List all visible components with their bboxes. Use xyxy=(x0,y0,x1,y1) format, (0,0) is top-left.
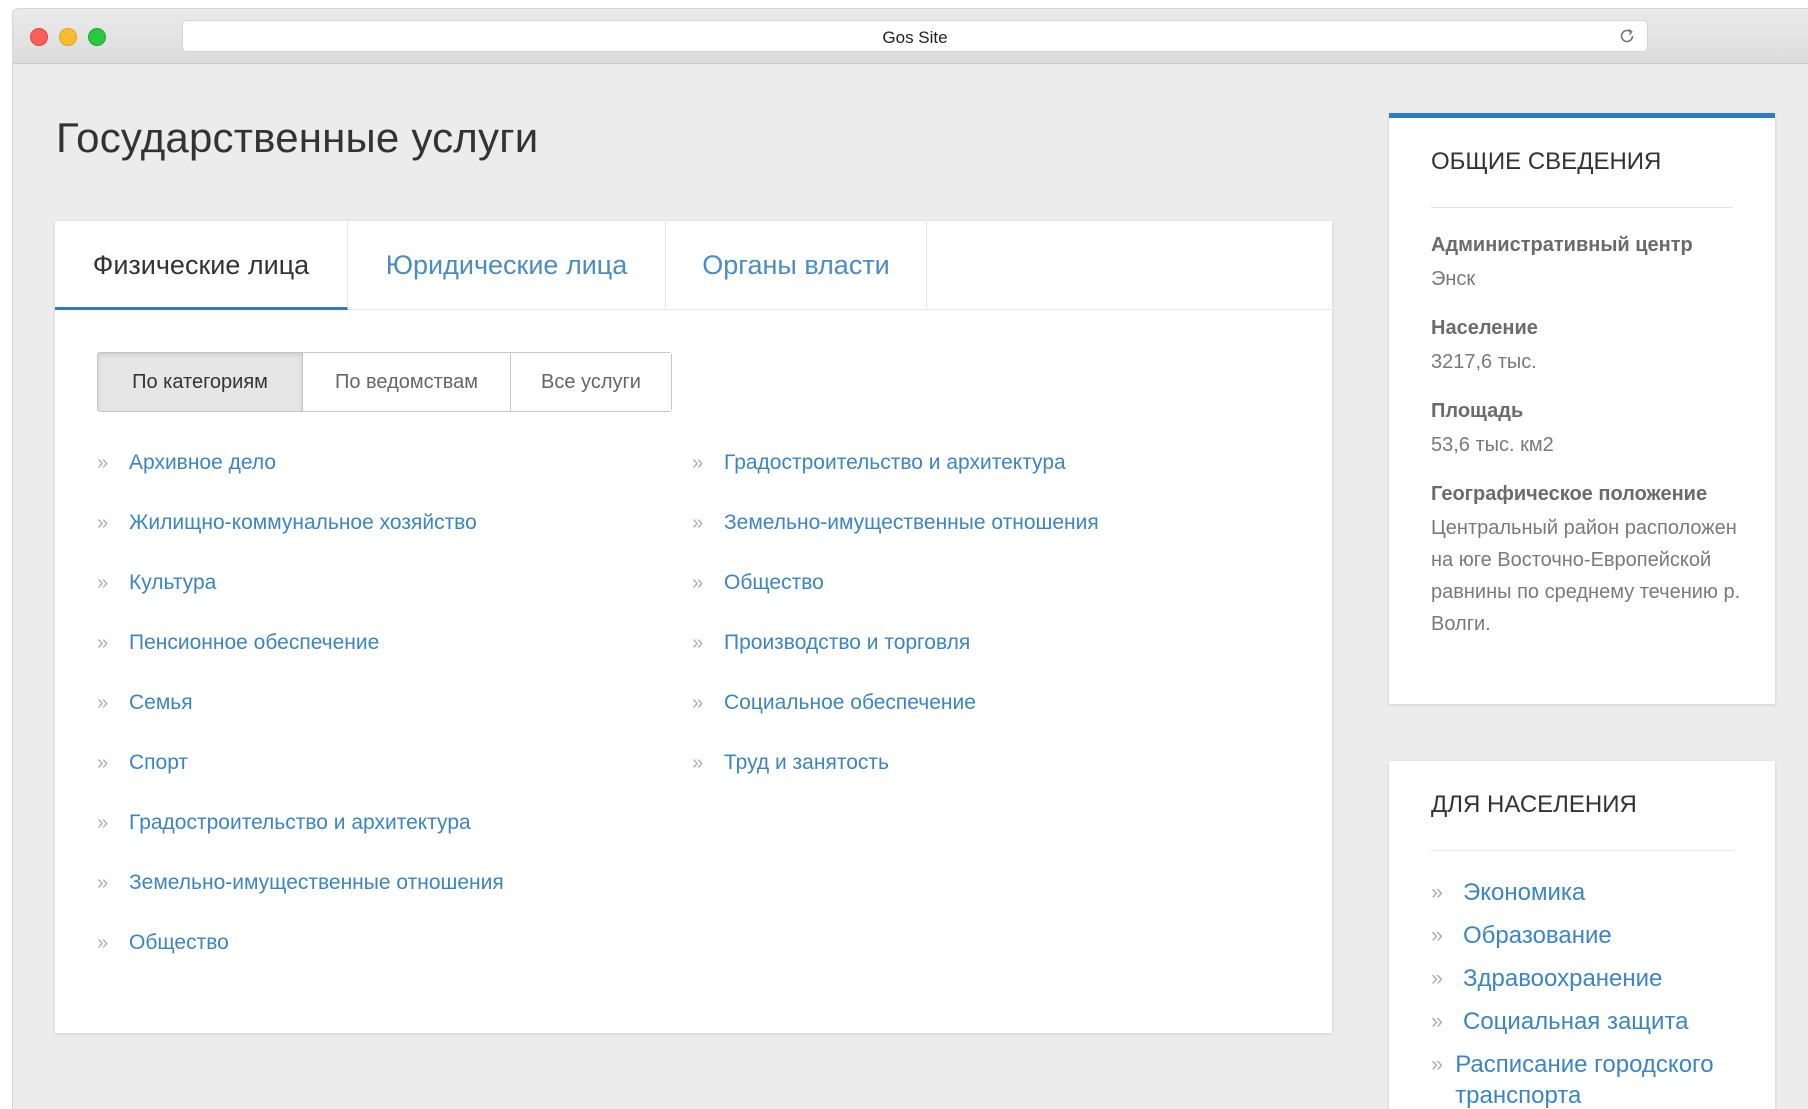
double-chevron-right-icon: ›› xyxy=(97,932,108,954)
population-links: ›› Экономика ›› Образование ›› Здравоохране… xyxy=(1431,877,1751,1109)
zoom-window-button[interactable] xyxy=(88,28,106,46)
population-link[interactable]: ›› Образование xyxy=(1431,920,1751,951)
double-chevron-right-icon: ›› xyxy=(692,752,703,774)
info-label: Площадь xyxy=(1431,400,1524,422)
category-label: Земельно-имущественные отношения xyxy=(129,871,504,894)
info-population: Население 3217,6 тыс. xyxy=(1431,317,1741,378)
double-chevron-right-icon: ›› xyxy=(97,572,108,594)
population-link-label: Образование xyxy=(1463,922,1612,949)
audience-tabs: Физические лица Юридические лица Органы … xyxy=(55,221,1332,310)
category-link[interactable]: ›› Земельно-имущественные отношения xyxy=(97,871,504,931)
info-label: Население xyxy=(1431,317,1538,339)
category-label: Жилищно-коммунальное хозяйство xyxy=(129,511,477,534)
category-link[interactable]: ›› Общество xyxy=(97,931,504,991)
category-label: Градостроительство и архитектура xyxy=(724,451,1066,474)
population-card: ДЛЯ НАСЕЛЕНИЯ ›› Экономика ›› Образование … xyxy=(1389,761,1775,1109)
double-chevron-right-icon: ›› xyxy=(97,812,108,834)
double-chevron-right-icon: ›› xyxy=(1431,881,1443,904)
info-value: Центральный район расположен на юге Вост… xyxy=(1431,517,1741,635)
category-label: Семья xyxy=(129,691,193,714)
category-link[interactable]: ›› Труд и занятость xyxy=(692,751,1099,811)
population-link-label: Расписание городского транспорта xyxy=(1455,1051,1714,1109)
category-label: Общество xyxy=(724,571,824,594)
info-geography: Географическое положение Центральный рай… xyxy=(1431,483,1741,640)
info-area: Площадь 53,6 тыс. км2 xyxy=(1431,400,1741,461)
population-link[interactable]: ›› Экономика xyxy=(1431,877,1751,908)
category-link[interactable]: ›› Семья xyxy=(97,691,504,751)
double-chevron-right-icon: ›› xyxy=(97,632,108,654)
category-label: Пенсионное обеспечение xyxy=(129,631,380,654)
population-link[interactable]: ›› Социальная защита xyxy=(1431,1006,1751,1037)
population-link[interactable]: ›› Расписание городского транспорта xyxy=(1431,1049,1751,1109)
double-chevron-right-icon: ›› xyxy=(97,452,108,474)
category-label: Производство и торговля xyxy=(724,631,971,654)
category-link[interactable]: ›› Градостроительство и архитектура xyxy=(97,811,504,871)
info-label: Географическое положение xyxy=(1431,483,1708,505)
category-label: Градостроительство и архитектура xyxy=(129,811,471,834)
tab-legal-entities[interactable]: Юридические лица xyxy=(348,221,666,309)
double-chevron-right-icon: ›› xyxy=(1431,1010,1443,1033)
filter-by-category-button[interactable]: По категориям xyxy=(98,353,303,411)
category-label: Труд и занятость xyxy=(724,751,889,774)
double-chevron-right-icon: ›› xyxy=(692,512,703,534)
page-title: Государственные услуги xyxy=(56,114,539,161)
address-bar-title: Gos Site xyxy=(882,28,948,47)
info-value: 3217,6 тыс. xyxy=(1431,351,1537,373)
double-chevron-right-icon: ›› xyxy=(1431,1053,1443,1076)
general-info-title: ОБЩИЕ СВЕДЕНИЯ xyxy=(1431,148,1662,175)
category-label: Культура xyxy=(129,571,217,594)
double-chevron-right-icon: ›› xyxy=(1431,967,1443,990)
category-link[interactable]: ›› Пенсионное обеспечение xyxy=(97,631,504,691)
info-admin-center: Административный центр Энск xyxy=(1431,234,1741,295)
population-link-label: Здравоохранение xyxy=(1463,965,1663,992)
services-card: Физические лица Юридические лица Органы … xyxy=(55,221,1332,1033)
double-chevron-right-icon: ›› xyxy=(97,872,108,894)
info-value: Энск xyxy=(1431,268,1476,290)
browser-titlebar: Gos Site xyxy=(13,9,1808,64)
double-chevron-right-icon: ›› xyxy=(97,752,108,774)
general-info-card: ОБЩИЕ СВЕДЕНИЯ Административный центр Эн… xyxy=(1389,113,1775,704)
filter-segmented-control: По категориям По ведомствам Все услуги xyxy=(97,352,672,412)
category-link[interactable]: ›› Спорт xyxy=(97,751,504,811)
double-chevron-right-icon: ›› xyxy=(97,692,108,714)
close-window-button[interactable] xyxy=(30,28,48,46)
category-list-right: ›› Градостроительство и архитектура ›› Зем… xyxy=(692,451,1099,811)
tab-authorities[interactable]: Органы власти xyxy=(666,221,927,309)
double-chevron-right-icon: ›› xyxy=(97,512,108,534)
category-link[interactable]: ›› Земельно-имущественные отношения xyxy=(692,511,1099,571)
category-list-left: ›› Архивное дело ›› Жилищно-коммунальное х… xyxy=(97,451,504,991)
category-label: Социальное обеспечение xyxy=(724,691,976,714)
category-label: Спорт xyxy=(129,751,189,774)
category-label: Земельно-имущественные отношения xyxy=(724,511,1099,534)
divider xyxy=(1431,207,1733,208)
category-label: Архивное дело xyxy=(129,451,277,474)
population-title: ДЛЯ НАСЕЛЕНИЯ xyxy=(1431,791,1637,818)
address-bar[interactable]: Gos Site xyxy=(183,21,1647,51)
info-value: 53,6 тыс. км2 xyxy=(1431,434,1554,456)
double-chevron-right-icon: ›› xyxy=(692,692,703,714)
category-link[interactable]: ›› Архивное дело xyxy=(97,451,504,511)
minimize-window-button[interactable] xyxy=(59,28,77,46)
population-link[interactable]: ›› Здравоохранение xyxy=(1431,963,1751,994)
filter-all-services-button[interactable]: Все услуги xyxy=(511,353,671,411)
category-link[interactable]: ›› Жилищно-коммунальное хозяйство xyxy=(97,511,504,571)
category-link[interactable]: ›› Производство и торговля xyxy=(692,631,1099,691)
tab-individuals[interactable]: Физические лица xyxy=(55,221,348,310)
category-link[interactable]: ›› Общество xyxy=(692,571,1099,631)
filter-by-department-button[interactable]: По ведомствам xyxy=(303,353,511,411)
divider xyxy=(1431,850,1733,851)
browser-window: Gos Site Государственные услуги Физическ… xyxy=(12,8,1808,1109)
reload-icon[interactable] xyxy=(1617,26,1637,46)
double-chevron-right-icon: ›› xyxy=(692,452,703,474)
double-chevron-right-icon: ›› xyxy=(1431,924,1443,947)
category-link[interactable]: ›› Социальное обеспечение xyxy=(692,691,1099,751)
double-chevron-right-icon: ›› xyxy=(692,572,703,594)
double-chevron-right-icon: ›› xyxy=(692,632,703,654)
population-link-label: Социальная защита xyxy=(1463,1008,1689,1035)
category-link[interactable]: ›› Градостроительство и архитектура xyxy=(692,451,1099,511)
info-label: Административный центр xyxy=(1431,234,1693,256)
population-link-label: Экономика xyxy=(1463,879,1586,906)
category-label: Общество xyxy=(129,931,229,954)
category-link[interactable]: ›› Культура xyxy=(97,571,504,631)
